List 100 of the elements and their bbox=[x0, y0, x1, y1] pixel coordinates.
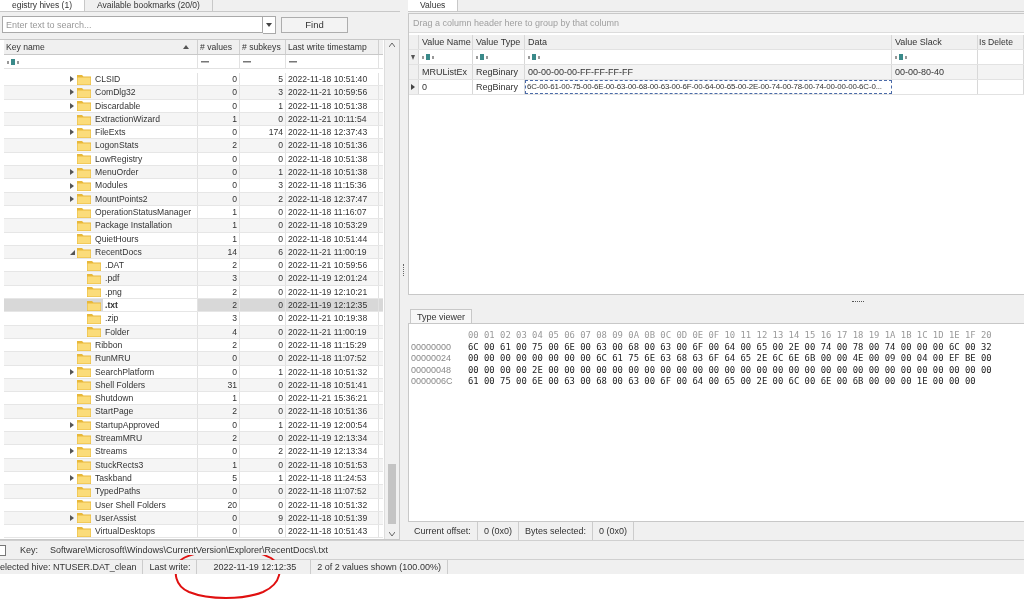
expand-icon[interactable] bbox=[70, 475, 74, 482]
table-cell: 2022-11-18 11:24:53 bbox=[286, 471, 379, 485]
table-cell: 4 bbox=[198, 325, 240, 338]
column-header[interactable]: # values bbox=[198, 40, 240, 54]
column-header[interactable]: Value Type bbox=[473, 35, 525, 49]
checkbox[interactable] bbox=[0, 544, 6, 556]
column-header[interactable]: Data bbox=[525, 35, 892, 49]
key-row[interactable]: VirtualDesktops 0 0 2022-11-18 10:51:43 bbox=[4, 525, 383, 539]
hex-bytes: 61 00 75 00 6E 00 63 00 68 00 63 00 6F 00 64 00 65 00 2E 00 6C 00 6E 00 6B 00 00 00 1E 00 00 00 bbox=[468, 376, 976, 388]
type-viewer-tab[interactable]: Type viewer bbox=[410, 309, 473, 323]
key-row[interactable]: .zip 3 0 2022-11-21 10:19:38 bbox=[4, 312, 383, 326]
table-cell: 2022-11-18 10:51:32 bbox=[286, 365, 379, 378]
filter-icon[interactable] bbox=[528, 53, 540, 61]
filter-icon[interactable] bbox=[895, 53, 907, 61]
hive-tab[interactable]: egistry hives (1) bbox=[0, 0, 85, 11]
expand-icon[interactable] bbox=[70, 129, 74, 136]
expand-icon[interactable] bbox=[70, 448, 74, 455]
scrollbar[interactable] bbox=[384, 40, 399, 539]
expand-icon[interactable] bbox=[70, 514, 74, 521]
expand-icon[interactable] bbox=[70, 421, 74, 428]
key-row[interactable]: Package Installation 1 0 2022-11-18 10:53:29 bbox=[4, 219, 383, 233]
search-field[interactable]: Enter text to search... bbox=[2, 16, 263, 33]
key-row[interactable]: FileExts 0 174 2022-11-18 12:37:43 bbox=[4, 126, 383, 140]
expand-icon[interactable] bbox=[70, 195, 74, 202]
dropdown-icon[interactable] bbox=[263, 15, 276, 34]
table-cell: 2 bbox=[198, 432, 240, 445]
key-name: StartPage bbox=[94, 405, 135, 418]
filter-pin-icon[interactable] bbox=[411, 54, 415, 60]
column-header[interactable]: Value Slack bbox=[892, 35, 978, 49]
operator-icon[interactable] bbox=[201, 60, 209, 63]
collapse-icon[interactable] bbox=[70, 249, 75, 255]
key-row[interactable]: Streams 0 2 2022-11-19 12:13:34 bbox=[4, 445, 383, 459]
scroll-thumb[interactable] bbox=[388, 464, 396, 524]
expand-icon[interactable] bbox=[70, 169, 74, 176]
operator-icon[interactable] bbox=[243, 60, 251, 63]
key-name: Folder bbox=[104, 325, 131, 338]
folder-icon bbox=[77, 193, 91, 205]
key-row[interactable]: CLSID 0 5 2022-11-18 10:51:40 bbox=[4, 73, 383, 87]
hive-status: elected hive: NTUSER.DAT_clean bbox=[0, 560, 144, 574]
key-path: Software\Microsoft\Windows\CurrentVersion\Explorer\RecentDocs\.txt bbox=[50, 545, 329, 555]
table-cell: 2022-11-18 10:51:38 bbox=[286, 99, 379, 112]
value-row[interactable]: MRUListEx RegBinary 00-00-00-00-FF-FF-FF-FF 00-00-80-40 bbox=[409, 65, 1024, 80]
key-row[interactable]: Shutdown 1 0 2022-11-21 15:36:21 bbox=[4, 392, 383, 406]
table-cell: 6 bbox=[240, 245, 286, 259]
column-header[interactable]: Is Delete bbox=[978, 35, 1024, 49]
table-cell: 2 bbox=[198, 405, 240, 418]
key-row[interactable]: Modules 0 3 2022-11-18 11:15:36 bbox=[4, 179, 383, 193]
operator-icon[interactable] bbox=[289, 60, 297, 63]
folder-icon bbox=[77, 219, 91, 231]
expand-icon[interactable] bbox=[70, 89, 74, 96]
column-header[interactable]: Last write timestamp bbox=[286, 40, 379, 54]
key-row[interactable]: MenuOrder 0 1 2022-11-18 10:51:38 bbox=[4, 166, 383, 180]
folder-icon bbox=[77, 140, 91, 152]
column-header[interactable]: # subkeys bbox=[240, 40, 286, 54]
sort-icon bbox=[183, 45, 189, 49]
expand-icon[interactable] bbox=[70, 76, 74, 83]
folder-icon bbox=[77, 206, 91, 218]
table-cell: 0 bbox=[198, 179, 240, 192]
table-cell: 0 bbox=[240, 525, 286, 538]
folder-icon bbox=[87, 273, 101, 285]
splitter-grip[interactable] bbox=[852, 300, 864, 304]
expand-icon[interactable] bbox=[70, 182, 74, 189]
key-row[interactable]: RunMRU 0 0 2022-11-18 11:07:52 bbox=[4, 352, 383, 366]
folder-icon bbox=[77, 233, 91, 245]
table-cell: 0 bbox=[240, 219, 286, 232]
filter-icon[interactable] bbox=[422, 53, 434, 61]
column-header[interactable]: Value Name bbox=[419, 35, 473, 49]
table-cell: 0 bbox=[198, 73, 240, 86]
key-row[interactable]: .txt 2 0 2022-11-19 12:12:35 bbox=[4, 299, 383, 313]
hive-tab[interactable]: Available bookmarks (20/0) bbox=[85, 0, 213, 11]
values-tab[interactable]: Values bbox=[408, 0, 459, 11]
filter-icon[interactable] bbox=[476, 53, 488, 61]
table-cell: 2 bbox=[198, 338, 240, 352]
key-row[interactable]: StartPage 2 0 2022-11-18 10:51:36 bbox=[4, 405, 383, 419]
table-cell: 0 bbox=[240, 338, 286, 352]
scroll-down-icon[interactable] bbox=[389, 532, 395, 536]
find-button[interactable]: Find bbox=[281, 16, 348, 33]
splitter-grip[interactable] bbox=[402, 264, 406, 276]
table-cell: 0 bbox=[198, 352, 240, 365]
column-header[interactable]: Key name bbox=[4, 40, 198, 54]
table-cell: 5 bbox=[198, 471, 240, 485]
filter-icon[interactable] bbox=[7, 57, 19, 66]
table-cell: 2022-11-18 10:51:44 bbox=[286, 232, 379, 245]
folder-icon bbox=[77, 180, 91, 191]
table-cell: 0 bbox=[240, 139, 286, 152]
scroll-up-icon[interactable] bbox=[389, 43, 395, 47]
key-row[interactable]: TypedPaths 0 0 2022-11-18 11:07:52 bbox=[4, 485, 383, 499]
key-row[interactable]: StreamMRU 2 0 2022-11-19 12:13:34 bbox=[4, 432, 383, 446]
folder-icon bbox=[77, 73, 91, 85]
key-row[interactable]: ComDlg32 0 3 2022-11-21 10:59:56 bbox=[4, 86, 383, 100]
table-cell: 2022-11-18 11:15:36 bbox=[286, 179, 379, 192]
folder-icon bbox=[77, 472, 91, 484]
key-row[interactable]: .pdf 3 0 2022-11-19 12:01:24 bbox=[4, 272, 383, 286]
expand-icon[interactable] bbox=[70, 368, 74, 375]
key-row[interactable]: LogonStats 2 0 2022-11-18 10:51:36 bbox=[4, 139, 383, 153]
table-cell: 0 bbox=[240, 498, 286, 511]
table-cell: 2022-11-19 12:13:34 bbox=[286, 432, 379, 445]
expand-icon[interactable] bbox=[70, 102, 74, 109]
key-name: Shell Folders bbox=[94, 378, 147, 392]
key-row[interactable]: .DAT 2 0 2022-11-21 10:59:56 bbox=[4, 259, 383, 273]
